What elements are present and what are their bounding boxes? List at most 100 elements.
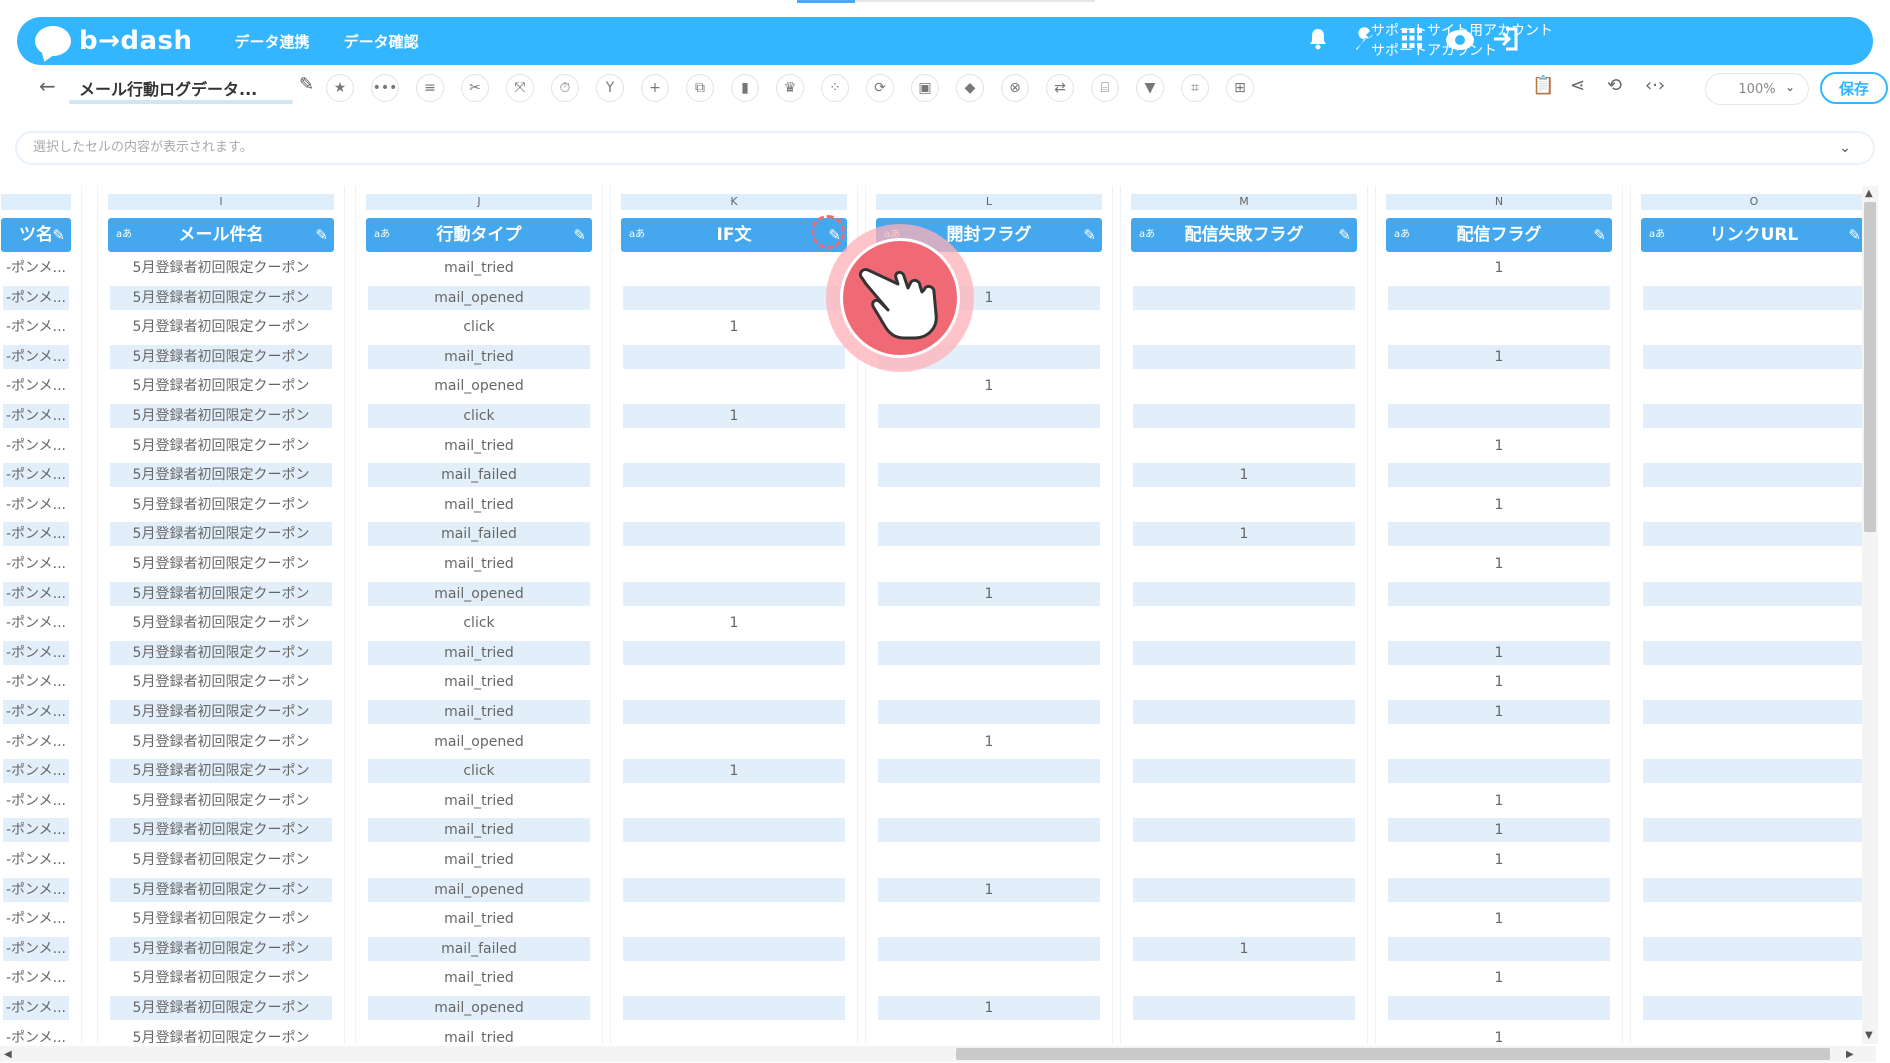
pencil-icon[interactable]: ✎ [1593, 218, 1606, 252]
grid-cell[interactable]: click [368, 404, 590, 428]
grid-cell[interactable] [878, 493, 1100, 517]
grid-cell[interactable] [1643, 936, 1862, 961]
grid-cell[interactable]: 1 [1388, 700, 1610, 724]
grid-cell[interactable] [878, 611, 1100, 635]
grid-cell[interactable] [1643, 552, 1862, 576]
grid-cell[interactable] [623, 640, 845, 665]
grid-cell[interactable] [1133, 670, 1355, 694]
bell-icon[interactable] [1303, 27, 1333, 57]
grid-cell[interactable]: mail_opened [368, 374, 590, 398]
grid-cell[interactable]: 1 [1388, 1026, 1610, 1044]
grid-cell[interactable]: mail_tried [368, 670, 590, 694]
pencil-icon[interactable]: ✎ [299, 74, 314, 95]
grid-cell[interactable] [1133, 640, 1355, 665]
grid-cell[interactable] [623, 285, 845, 310]
grid-cell[interactable] [878, 907, 1100, 931]
horizontal-scroll-thumb[interactable] [956, 1048, 1830, 1060]
column-letter[interactable]: L [876, 194, 1102, 210]
grid-cell[interactable]: 1 [623, 759, 845, 784]
grid-cell[interactable] [623, 434, 845, 458]
column-letter[interactable] [1, 194, 71, 210]
trash-icon[interactable]: ▮ [731, 74, 759, 102]
grid-cell[interactable]: 5月登録者初回限定クーポン [110, 463, 332, 488]
scissors-icon[interactable]: ✂ [461, 74, 489, 102]
grid-cell[interactable] [878, 789, 1100, 813]
clipboard-icon[interactable]: 📋 [1532, 75, 1554, 96]
grid-cell[interactable] [623, 463, 845, 488]
pencil-icon[interactable]: ✎ [52, 218, 65, 252]
grid-cell[interactable] [878, 966, 1100, 990]
grid-cell[interactable] [1133, 404, 1355, 428]
grid-cell[interactable] [623, 907, 845, 931]
grid-cell[interactable] [1388, 404, 1610, 428]
expand-icon[interactable]: ⤧ [506, 74, 534, 102]
grid-cell[interactable] [1133, 552, 1355, 576]
grid-cell[interactable] [1133, 315, 1355, 339]
grid-cell[interactable]: 1 [1133, 463, 1355, 488]
grid-cell[interactable]: 1 [1388, 848, 1610, 872]
grid-cell[interactable] [1643, 877, 1862, 902]
grid-cell[interactable]: 5月登録者初回限定クーポン [110, 759, 332, 784]
column-letter[interactable]: J [366, 194, 592, 210]
grid-cell[interactable]: mail_opened [368, 996, 590, 1020]
column-header[interactable]: aあ 配信フラグ ✎ [1386, 218, 1612, 252]
share-icon[interactable]: ⋖ [1570, 75, 1585, 96]
grid-cell[interactable] [1643, 611, 1862, 635]
grid-cell[interactable] [878, 434, 1100, 458]
plus-icon[interactable]: + [641, 74, 669, 102]
grid-cell[interactable]: -ポンメ... [3, 848, 69, 872]
grid-cell[interactable] [878, 552, 1100, 576]
column-header[interactable]: ツ名 ✎ [1, 218, 71, 252]
grid-cell[interactable]: 5月登録者初回限定クーポン [110, 285, 332, 310]
grid-cell[interactable]: 5月登録者初回限定クーポン [110, 936, 332, 961]
grid-cell[interactable] [878, 463, 1100, 488]
grid-cell[interactable]: 1 [878, 374, 1100, 398]
grid-cell[interactable]: 5月登録者初回限定クーポン [110, 344, 332, 369]
grid-cell[interactable] [1643, 344, 1862, 369]
grid-cell[interactable] [1643, 493, 1862, 517]
grid-cell[interactable] [1133, 848, 1355, 872]
grid-cell[interactable]: mail_tried [368, 848, 590, 872]
document-title[interactable]: メール行動ログデータ... [79, 76, 289, 100]
column-letter[interactable]: N [1386, 194, 1612, 210]
grid-cell[interactable] [623, 493, 845, 517]
grid-cell[interactable] [1388, 611, 1610, 635]
grid-cell[interactable]: -ポンメ... [3, 700, 69, 724]
grid-cell[interactable] [623, 848, 845, 872]
grid-cell[interactable] [1643, 789, 1862, 813]
scroll-left-icon[interactable]: ◀ [4, 1049, 12, 1060]
grid-cell[interactable]: mail_opened [368, 877, 590, 902]
grid-cell[interactable]: mail_tried [368, 789, 590, 813]
crown-icon[interactable]: ♛ [776, 74, 804, 102]
grid-cell[interactable] [1133, 759, 1355, 784]
grid-cell[interactable] [1388, 936, 1610, 961]
bracket-icon[interactable]: ⌸ [1091, 74, 1119, 102]
grid-cell[interactable]: 1 [878, 996, 1100, 1020]
grid-cell[interactable]: -ポンメ... [3, 966, 69, 990]
pencil-icon[interactable]: ✎ [1083, 218, 1096, 252]
grid-cell[interactable] [1643, 759, 1862, 784]
grid-cell[interactable] [1643, 256, 1862, 280]
wrench-icon[interactable] [1350, 27, 1380, 57]
grid-cell[interactable] [623, 730, 845, 754]
grid-cell[interactable]: 1 [1388, 434, 1610, 458]
grid-cell[interactable]: mail_tried [368, 1026, 590, 1044]
grid-cell[interactable]: mail_tried [368, 552, 590, 576]
copy-icon[interactable]: ⧉ [686, 74, 714, 102]
grid-cell[interactable] [623, 789, 845, 813]
grid-cell[interactable]: 1 [1388, 552, 1610, 576]
grid-cell[interactable] [1643, 848, 1862, 872]
refresh-icon[interactable]: ⟳ [866, 74, 894, 102]
table-icon[interactable]: ⊞ [1226, 74, 1254, 102]
grid-cell[interactable] [623, 374, 845, 398]
grid-cell[interactable] [878, 640, 1100, 665]
grid-cell[interactable]: -ポンメ... [3, 552, 69, 576]
scatter-icon[interactable]: ⁘ [821, 74, 849, 102]
shuffle-icon[interactable]: ⇄ [1046, 74, 1074, 102]
grid-cell[interactable]: 5月登録者初回限定クーポン [110, 315, 332, 339]
more-icon[interactable]: ••• [371, 74, 399, 102]
grid-cell[interactable] [623, 670, 845, 694]
grid-cell[interactable]: mail_tried [368, 700, 590, 724]
column-letter[interactable]: I [108, 194, 334, 210]
grid-cell[interactable]: 5月登録者初回限定クーポン [110, 700, 332, 724]
